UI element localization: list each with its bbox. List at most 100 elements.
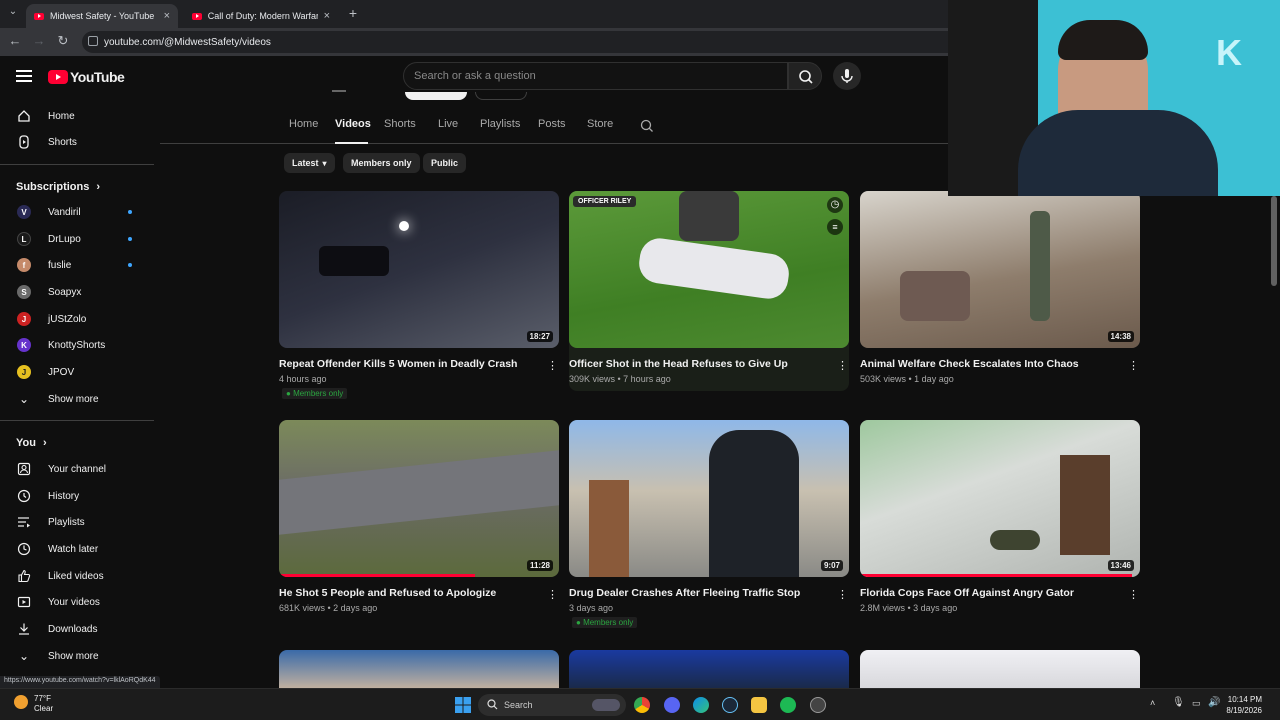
more-options-icon[interactable]: ⋮ [1128,589,1139,601]
channel-search-icon[interactable] [640,119,654,133]
sidebar-item-subscription[interactable]: J JPOV [0,359,154,385]
video-card[interactable]: 14:38 Animal Welfare Check Escalates Int… [860,191,1140,391]
browser-tab[interactable]: Call of Duty: Modern Warfare 4 × [184,4,338,28]
youtube-logo[interactable]: YouTube [48,69,125,85]
link-status-url: https://www.youtube.com/watch?v=lklAoRQd… [0,676,160,688]
discord-icon[interactable] [664,697,680,713]
app-icon[interactable] [810,697,826,713]
sidebar-item-subscription[interactable]: J jUStZolo [0,306,154,332]
page-scrollbar[interactable] [1271,196,1277,286]
filter-chip-members-only[interactable]: Members only [343,153,420,173]
browser-tab-active[interactable]: Midwest Safety - YouTube × [26,4,178,28]
sidebar-item-show-more[interactable]: ⌄ Show more [0,643,154,669]
tab-playlists[interactable]: Playlists [480,118,520,130]
site-info-icon[interactable] [88,36,98,46]
sidebar-item-shorts[interactable]: Shorts [0,129,154,155]
sidebar-item-show-more[interactable]: ⌄ Show more [0,386,154,412]
video-card[interactable]: 11:28 He Shot 5 People and Refused to Ap… [279,420,559,620]
sidebar-item-history[interactable]: History [0,483,154,509]
more-options-icon[interactable]: ⋮ [837,589,848,601]
voice-search-button[interactable] [833,62,861,90]
close-tab-icon[interactable]: × [324,10,330,22]
taskbar-search[interactable]: Search [478,694,626,716]
spotify-icon[interactable] [780,697,796,713]
video-title[interactable]: Florida Cops Face Off Against Angry Gato… [860,587,1074,599]
chevron-up-icon[interactable]: ˄ [1150,698,1155,708]
video-card[interactable]: 18:27 Repeat Offender Kills 5 Women in D… [279,191,559,399]
new-tab-icon[interactable]: + [344,5,362,21]
shorts-icon [16,134,32,150]
sidebar-item-your-videos[interactable]: Your videos [0,589,154,615]
video-thumbnail[interactable] [279,650,559,688]
sidebar-item-home[interactable]: Home [0,103,154,129]
video-thumbnail[interactable]: 11:28 [279,420,559,577]
edge-icon[interactable] [693,697,709,713]
windows-start-icon[interactable] [455,697,471,713]
sidebar-item-subscription[interactable]: V Vandiril [0,199,154,225]
tab-home[interactable]: Home [289,118,318,130]
more-options-icon[interactable]: ⋮ [837,360,848,372]
filter-chip-latest[interactable]: Latest ▾ [284,153,335,173]
video-title[interactable]: Repeat Offender Kills 5 Women in Deadly … [279,358,517,370]
video-thumbnail[interactable]: 13:46 [860,420,1140,577]
file-explorer-icon[interactable] [751,697,767,713]
video-title[interactable]: He Shot 5 People and Refused to Apologiz… [279,587,496,599]
sidebar-item-playlists[interactable]: Playlists [0,509,154,535]
taskbar-clock[interactable]: 10:14 PM 8/19/2026 [1226,694,1262,716]
more-options-icon[interactable]: ⋮ [1128,360,1139,372]
more-options-icon[interactable]: ⋮ [547,360,558,372]
reload-icon[interactable]: ↻ [54,33,72,49]
video-title[interactable]: Animal Welfare Check Escalates Into Chao… [860,358,1079,370]
volume-icon[interactable]: 🔊 [1208,697,1220,708]
weather-condition: Clear [34,704,54,713]
tab-live[interactable]: Live [438,118,458,130]
video-card[interactable]: 9:07 Drug Dealer Crashes After Fleeing T… [569,420,849,628]
video-thumbnail[interactable] [569,650,849,688]
video-duration: 14:38 [1107,331,1134,342]
search-input[interactable]: Search or ask a question [403,62,788,90]
watch-later-icon[interactable]: ◷ [827,197,843,213]
sidebar-item-liked-videos[interactable]: Liked videos [0,563,154,589]
tab-videos[interactable]: Videos [335,118,371,130]
tab-posts[interactable]: Posts [538,118,566,130]
video-thumbnail[interactable]: 14:38 [860,191,1140,348]
video-thumbnail[interactable]: 18:27 [279,191,559,348]
video-card[interactable]: 13:46 Florida Cops Face Off Against Angr… [860,420,1140,620]
chrome-icon[interactable] [634,697,650,713]
tab-list-chevron-icon[interactable]: ⌄ [4,6,22,17]
tab-shorts[interactable]: Shorts [384,118,416,130]
sidebar-item-your-channel[interactable]: Your channel [0,456,154,482]
video-thumbnail[interactable] [860,650,1140,688]
menu-icon[interactable] [16,70,32,82]
weather-widget[interactable]: 77°F Clear [14,694,53,714]
add-to-queue-icon[interactable]: ≡ [827,219,843,235]
microphone-icon[interactable]: 🎙 [1172,697,1185,708]
subscriptions-heading[interactable]: Subscriptions › [16,181,100,193]
subscribe-button-fragment[interactable] [405,92,467,100]
sidebar-item-subscription[interactable]: S Soapyx [0,279,154,305]
video-card-hovered[interactable]: OFFICER RILEY ◷ ≡ Officer Shot in the He… [569,191,849,391]
sidebar-item-subscription[interactable]: K KnottyShorts [0,332,154,358]
chip-label: Members only [351,158,412,168]
sidebar-item-subscription[interactable]: f fuslie [0,252,154,278]
sidebar-item-subscription[interactable]: L DrLupo [0,226,154,252]
url-field[interactable]: youtube.com/@MidwestSafety/videos [82,31,982,53]
filter-chip-public[interactable]: Public [423,153,467,173]
sidebar-item-label: Vandiril [48,206,81,218]
forward-icon[interactable]: → [30,33,48,48]
you-heading[interactable]: You › [16,437,47,449]
tab-store[interactable]: Store [587,118,613,130]
back-icon[interactable]: ← [6,33,24,48]
close-tab-icon[interactable]: × [164,10,170,22]
sidebar-item-downloads[interactable]: Downloads [0,616,154,642]
video-thumbnail[interactable]: OFFICER RILEY ◷ ≡ [569,191,849,348]
display-icon[interactable]: ▭ [1192,698,1201,709]
more-options-icon[interactable]: ⋮ [547,589,558,601]
video-title[interactable]: Drug Dealer Crashes After Fleeing Traffi… [569,587,800,599]
sidebar-item-watch-later[interactable]: Watch later [0,536,154,562]
video-thumbnail[interactable]: 9:07 [569,420,849,577]
video-title[interactable]: Officer Shot in the Head Refuses to Give… [569,358,788,370]
steam-icon[interactable] [722,697,738,713]
join-button-fragment[interactable] [475,92,527,100]
search-button[interactable] [788,62,822,90]
